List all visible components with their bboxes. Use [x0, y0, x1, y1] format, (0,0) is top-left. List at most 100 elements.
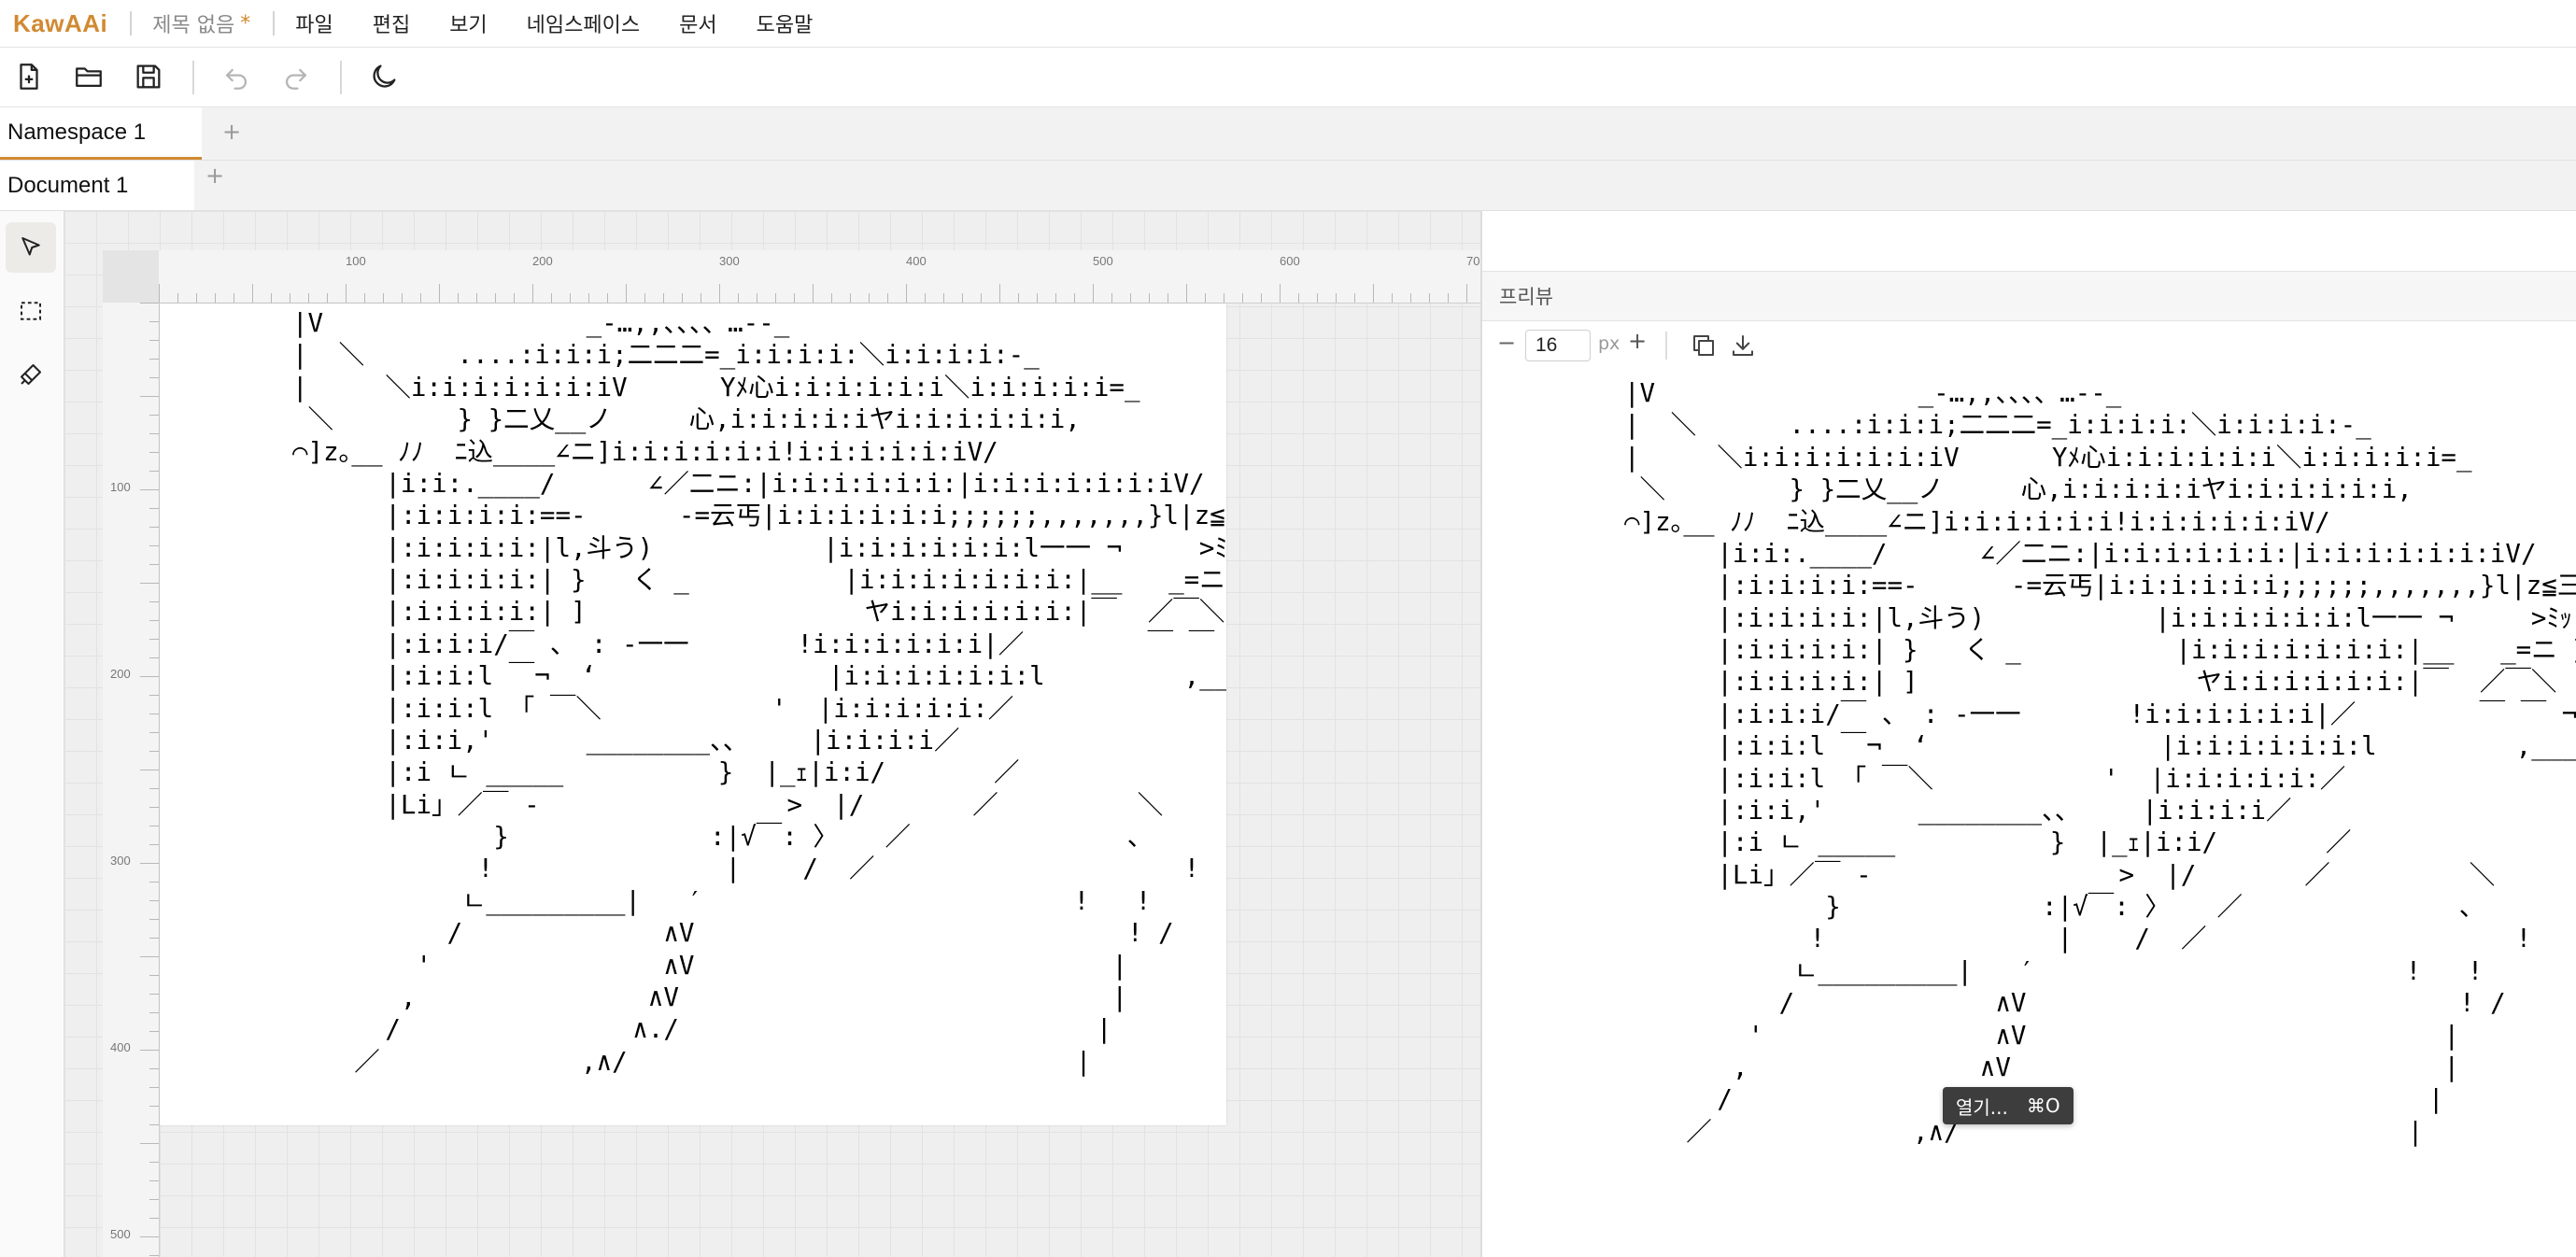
ruler-tick — [149, 452, 159, 453]
tab-document-1[interactable]: Document 1 — [0, 161, 194, 210]
ruler-tick — [1336, 293, 1337, 303]
ruler-tick — [719, 284, 720, 303]
ruler-tick — [149, 1124, 159, 1125]
ruler-tick — [149, 695, 159, 696]
ruler-tick — [1093, 284, 1094, 303]
ruler-tick — [140, 489, 159, 490]
toolbar — [0, 48, 2576, 107]
ruler-tick — [1149, 293, 1150, 303]
ruler-tick — [1280, 284, 1281, 303]
tool-rail — [0, 211, 64, 1257]
ruler-tick — [794, 293, 795, 303]
menu-help[interactable]: 도움말 — [757, 8, 814, 38]
ruler-tick — [1018, 293, 1019, 303]
ruler-tick — [607, 293, 608, 303]
add-document-button[interactable]: + — [205, 162, 224, 189]
new-file-icon[interactable] — [13, 61, 45, 92]
vertical-ruler: 100 200 300 400 500 — [103, 303, 160, 1257]
ruler-label: 300 — [110, 854, 131, 868]
ruler-tick — [149, 1199, 159, 1200]
rect-select-icon[interactable] — [6, 286, 56, 336]
ruler-label: 200 — [532, 254, 553, 268]
ruler-tick — [149, 639, 159, 640]
namespace-tab-bar: Namespace 1 + — [0, 107, 2576, 161]
toolbar-divider — [192, 61, 194, 94]
ruler-tick — [644, 293, 645, 303]
ruler-tick — [149, 1068, 159, 1069]
ruler-tick — [514, 293, 515, 303]
ruler-tick — [551, 293, 552, 303]
ruler-tick — [906, 284, 907, 303]
ruler-tick — [149, 377, 159, 378]
menu-document[interactable]: 문서 — [679, 8, 716, 38]
font-size-input[interactable] — [1525, 330, 1591, 361]
ruler-tick — [738, 293, 739, 303]
ruler-tick — [149, 975, 159, 976]
font-size-unit: px — [1598, 333, 1621, 354]
font-size-increase-button[interactable]: + — [1628, 328, 1647, 354]
tooltip-shortcut: ⌘O — [2026, 1095, 2060, 1117]
brush-icon[interactable] — [6, 349, 56, 400]
ruler-tick — [252, 284, 253, 303]
ruler-tick — [140, 1143, 159, 1144]
theme-moon-icon[interactable] — [368, 61, 400, 92]
ruler-tick — [149, 1031, 159, 1032]
ruler-tick — [402, 293, 403, 303]
preview-title: 프리뷰 — [1499, 286, 1553, 308]
ruler-tick — [439, 284, 440, 303]
controls-divider — [1665, 332, 1667, 360]
ruler-tick — [495, 293, 496, 303]
ruler-tick — [149, 620, 159, 621]
add-namespace-button[interactable]: + — [222, 119, 241, 145]
font-size-decrease-button[interactable]: − — [1497, 330, 1516, 356]
save-icon[interactable] — [133, 61, 164, 92]
ruler-label: 500 — [1093, 254, 1113, 268]
menu-view[interactable]: 보기 — [449, 8, 487, 38]
ruler-tick — [140, 396, 159, 397]
ruler-tick — [1074, 293, 1075, 303]
ruler-label: 200 — [110, 667, 131, 681]
menu-file[interactable]: 파일 — [295, 8, 333, 38]
ruler-tick — [1037, 293, 1038, 303]
menu-bar: KawAAi 제목 없음 * 파일 편집 보기 네임스페이스 문서 도움말 — [0, 0, 2576, 48]
ruler-tick — [149, 564, 159, 565]
ruler-tick — [1242, 293, 1243, 303]
download-icon[interactable] — [1729, 332, 1757, 363]
ruler-tick — [140, 956, 159, 957]
ruler-tick — [663, 293, 664, 303]
ruler-tick — [149, 471, 159, 472]
ruler-tick — [943, 293, 944, 303]
ruler-tick — [149, 994, 159, 995]
menu-edit[interactable]: 편집 — [373, 8, 410, 38]
ruler-tick — [420, 293, 421, 303]
ruler-tick — [140, 676, 159, 677]
ruler-tick — [308, 293, 309, 303]
tab-namespace-1[interactable]: Namespace 1 — [0, 107, 202, 160]
ascii-art-canvas[interactable]: |V _-…,,、、、、…--_ | ＼ ....:i:i:i;二二二=_i:i… — [292, 307, 1226, 1078]
undo-icon[interactable] — [220, 61, 252, 92]
menu-namespace[interactable]: 네임스페이스 — [527, 8, 640, 38]
ruler-tick — [1354, 293, 1355, 303]
document-title: 제목 없음 — [152, 14, 235, 37]
ruler-tick — [149, 657, 159, 658]
ruler-tick — [1448, 293, 1449, 303]
ruler-tick — [850, 293, 851, 303]
artboard[interactable]: |V _-…,,、、、、…--_ | ＼ ....:i:i:i;二二二=_i:i… — [160, 304, 1226, 1125]
open-folder-icon[interactable] — [73, 61, 105, 92]
canvas-area[interactable]: 100 200 300 400 500 600 700 100 200 300 … — [64, 211, 1480, 1257]
select-arrow-icon[interactable] — [6, 222, 56, 273]
copy-icon[interactable] — [1690, 332, 1718, 363]
ruler-tick — [383, 293, 384, 303]
ruler-tick — [588, 293, 589, 303]
ruler-tick — [925, 293, 926, 303]
ruler-tick — [149, 527, 159, 528]
redo-icon[interactable] — [280, 61, 312, 92]
ruler-tick — [149, 882, 159, 883]
ruler-tick — [1130, 293, 1131, 303]
ruler-tick — [682, 293, 683, 303]
ruler-tick — [149, 919, 159, 920]
ruler-tick — [1392, 293, 1393, 303]
ruler-tick — [1410, 293, 1411, 303]
ruler-tick — [327, 293, 328, 303]
ruler-tick — [215, 293, 216, 303]
